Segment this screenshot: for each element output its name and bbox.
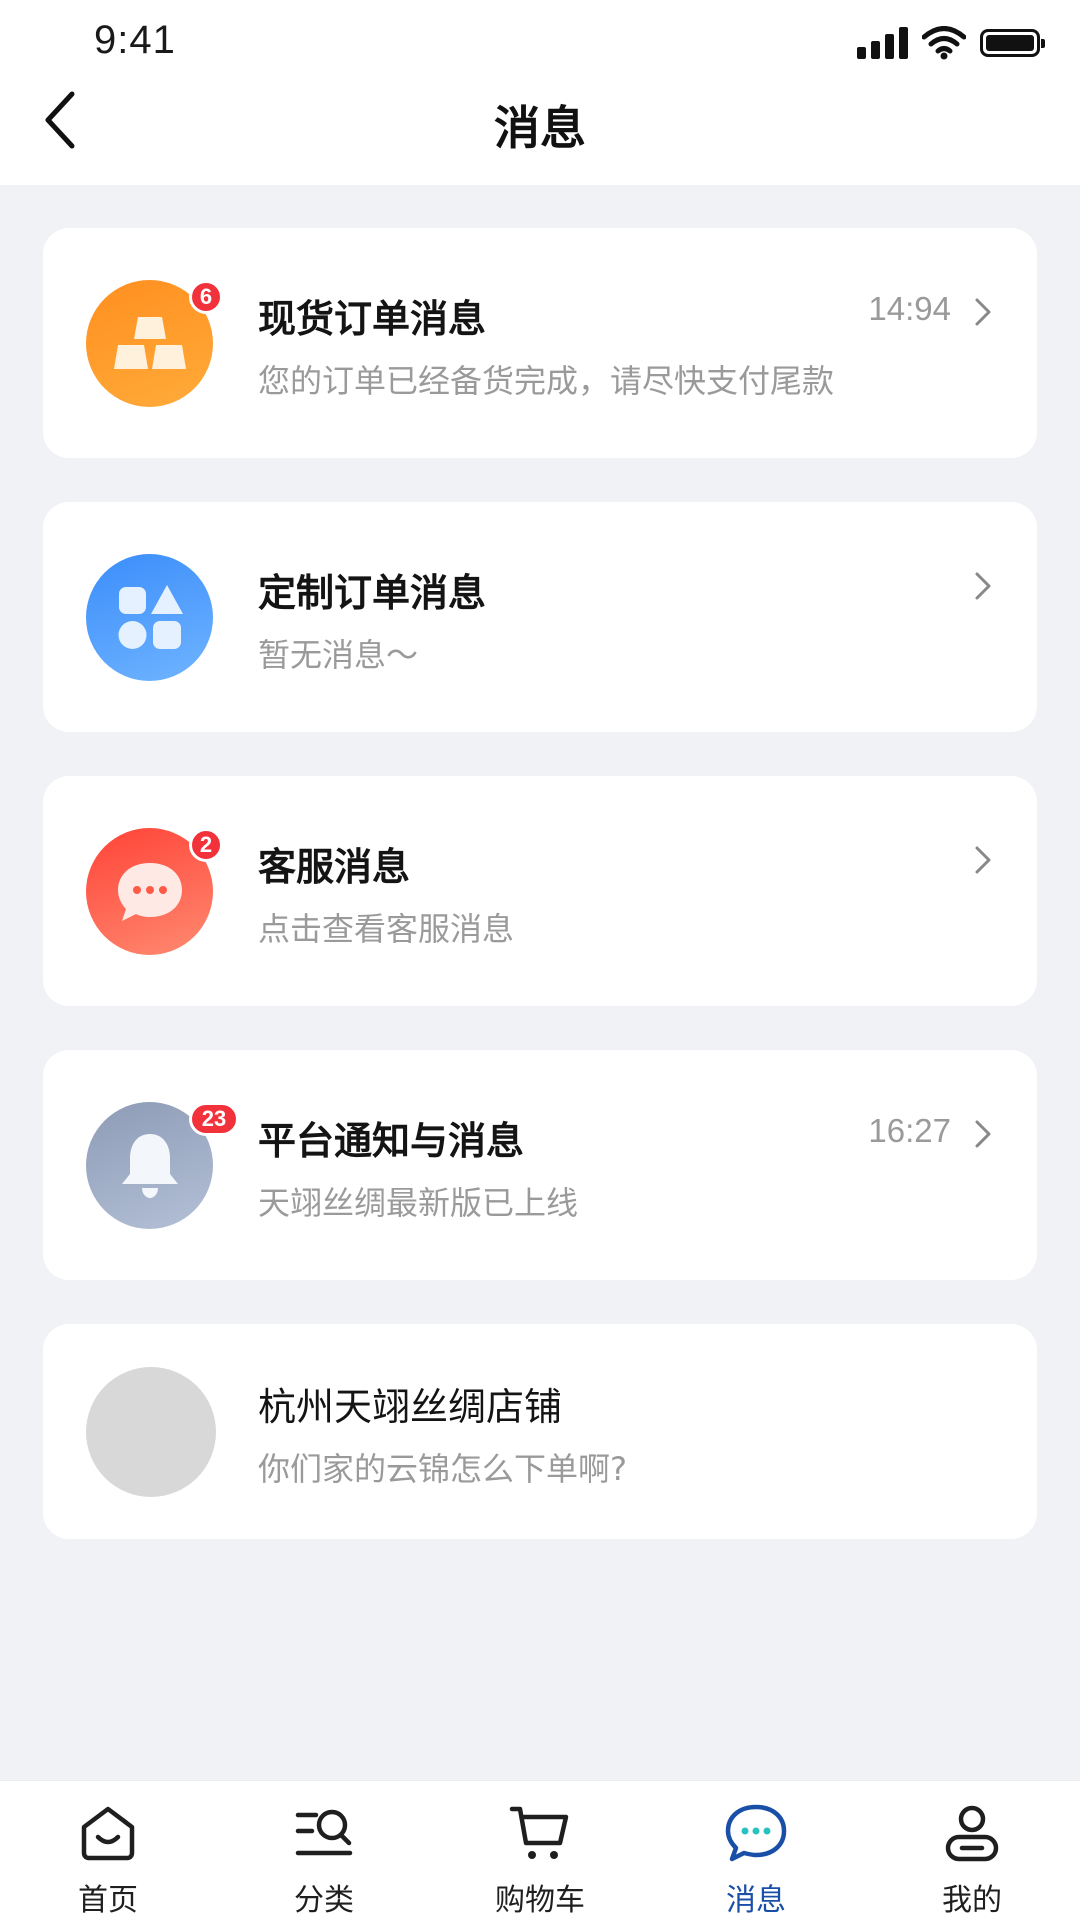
message-time: 16:27 bbox=[868, 1112, 951, 1149]
message-title: 定制订单消息 bbox=[258, 571, 487, 615]
cart-icon bbox=[509, 1806, 569, 1859]
chevron-right-icon bbox=[975, 846, 991, 874]
message-title: 客服消息 bbox=[258, 845, 411, 889]
message-preview: 暂无消息～ bbox=[258, 636, 419, 674]
unread-badge: 6 bbox=[189, 280, 223, 314]
message-list: 6 现货订单消息 14:94 您的订单已经备货完成，请尽快支付尾款 定制订单消息… bbox=[43, 228, 1037, 1583]
tab-label: 首页 bbox=[78, 1883, 138, 1918]
message-title: 杭州天翊丝绸店铺 bbox=[258, 1385, 563, 1429]
tab-label: 分类 bbox=[294, 1883, 354, 1918]
store-avatar bbox=[86, 1367, 216, 1497]
tab-cart[interactable]: 购物车 bbox=[432, 1781, 648, 1921]
status-time: 9:41 bbox=[94, 18, 176, 62]
message-card-customer-service[interactable]: 2 客服消息 点击查看客服消息 bbox=[43, 776, 1037, 1006]
status-icons bbox=[857, 24, 1045, 62]
message-card-spot-order[interactable]: 6 现货订单消息 14:94 您的订单已经备货完成，请尽快支付尾款 bbox=[43, 228, 1037, 458]
message-preview: 点击查看客服消息 bbox=[258, 910, 515, 948]
bottom-tab-bar: 首页 分类 购物车 消息 我的 bbox=[0, 1780, 1080, 1921]
wifi-icon bbox=[922, 26, 966, 60]
category-search-icon bbox=[295, 1809, 353, 1856]
tab-category[interactable]: 分类 bbox=[216, 1781, 432, 1921]
unread-badge: 23 bbox=[189, 1102, 239, 1136]
chevron-right-icon bbox=[975, 1120, 991, 1148]
chevron-right-icon bbox=[975, 298, 991, 326]
message-title: 现货订单消息 bbox=[258, 297, 487, 341]
tab-label: 消息 bbox=[726, 1883, 786, 1918]
message-time: 14:94 bbox=[868, 290, 951, 327]
battery-icon bbox=[980, 29, 1045, 57]
message-preview: 您的订单已经备货完成，请尽快支付尾款 bbox=[258, 362, 835, 400]
tab-label: 购物车 bbox=[495, 1883, 585, 1918]
shapes-icon bbox=[86, 554, 213, 681]
message-card-platform-notice[interactable]: 23 平台通知与消息 16:27 天翊丝绸最新版已上线 bbox=[43, 1050, 1037, 1280]
signal-icon bbox=[857, 27, 908, 59]
top-bar: 9:41 消息 bbox=[0, 0, 1080, 185]
page-title: 消息 bbox=[494, 101, 586, 155]
tab-home[interactable]: 首页 bbox=[0, 1781, 216, 1921]
profile-icon bbox=[945, 1805, 999, 1862]
tab-messages[interactable]: 消息 bbox=[648, 1781, 864, 1921]
message-preview: 你们家的云锦怎么下单啊? bbox=[258, 1450, 627, 1488]
message-title: 平台通知与消息 bbox=[258, 1119, 525, 1163]
message-preview: 天翊丝绸最新版已上线 bbox=[258, 1184, 579, 1222]
message-icon bbox=[725, 1804, 787, 1862]
message-card-custom-order[interactable]: 定制订单消息 暂无消息～ bbox=[43, 502, 1037, 732]
message-card-store-chat[interactable]: 杭州天翊丝绸店铺 你们家的云锦怎么下单啊? bbox=[43, 1324, 1037, 1539]
tab-label: 我的 bbox=[942, 1883, 1002, 1918]
tab-profile[interactable]: 我的 bbox=[864, 1781, 1080, 1921]
unread-badge: 2 bbox=[189, 828, 223, 862]
home-icon bbox=[81, 1806, 135, 1861]
chevron-right-icon bbox=[975, 572, 991, 600]
